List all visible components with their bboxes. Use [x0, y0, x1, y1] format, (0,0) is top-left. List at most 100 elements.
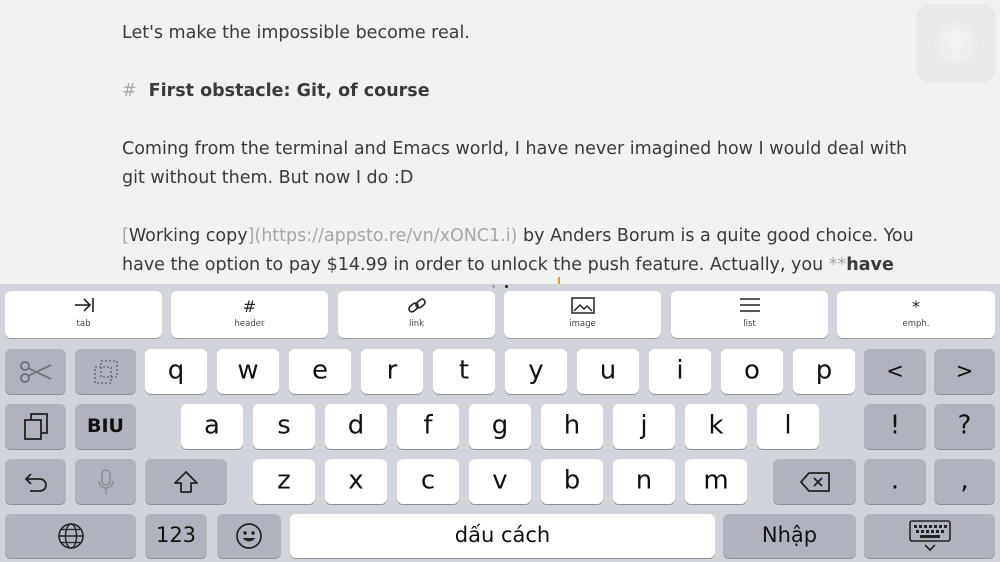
key-v[interactable]: v — [469, 459, 531, 504]
key-k[interactable]: k — [685, 404, 747, 449]
key-g[interactable]: g — [469, 404, 531, 449]
key-c[interactable]: c — [397, 459, 459, 504]
key-label: Nhập — [761, 522, 818, 547]
undo-button[interactable] — [5, 459, 66, 504]
key-h[interactable]: h — [541, 404, 603, 449]
key-label: r — [386, 355, 398, 385]
tab-button[interactable]: tab — [5, 291, 162, 338]
list-label: list — [743, 319, 756, 329]
editor-text: have the option to pay $14.99 in order t… — [122, 255, 829, 275]
key-j[interactable]: j — [613, 404, 675, 449]
key-p[interactable]: p — [793, 349, 855, 394]
dictation-button[interactable] — [75, 459, 136, 504]
key-comma[interactable]: , — [934, 459, 995, 504]
globe-button[interactable] — [5, 514, 136, 558]
key-u[interactable]: u — [577, 349, 639, 394]
globe-icon — [57, 523, 84, 549]
editor-line: Coming from the terminal and Emacs world… — [122, 139, 908, 159]
image-button[interactable]: image — [504, 291, 661, 338]
key-n[interactable]: n — [613, 459, 675, 504]
key-y[interactable]: y — [505, 349, 567, 394]
key-label: ? — [957, 410, 972, 440]
key-f[interactable]: f — [397, 404, 459, 449]
key-o[interactable]: o — [721, 349, 783, 394]
cursor-left-button[interactable]: < — [864, 349, 926, 394]
key-s[interactable]: s — [253, 404, 315, 449]
floating-action-button[interactable] — [916, 4, 996, 83]
list-button[interactable]: list — [671, 291, 828, 338]
space-bar[interactable]: dấu cách — [290, 514, 715, 558]
emoji-button[interactable] — [217, 514, 281, 558]
key-period[interactable]: . — [864, 459, 926, 504]
emphasis-button[interactable]: * emph. — [837, 291, 995, 338]
chevron-right-icon: > — [955, 358, 974, 383]
key-label: . — [890, 465, 900, 495]
tab-icon — [5, 297, 162, 317]
header-button[interactable]: # header — [171, 291, 328, 338]
key-i[interactable]: i — [649, 349, 711, 394]
bold-marker: ** — [828, 255, 847, 275]
key-label: v — [492, 465, 508, 495]
key-label: t — [458, 355, 470, 385]
key-a[interactable]: a — [181, 404, 243, 449]
asterisk-icon: * — [912, 297, 920, 316]
header-label: header — [234, 319, 265, 329]
key-label: m — [703, 465, 729, 495]
key-z[interactable]: z — [253, 459, 315, 504]
link-label: link — [408, 319, 425, 329]
chevron-left-icon: < — [886, 358, 904, 383]
key-m[interactable]: m — [685, 459, 747, 504]
key-r[interactable]: r — [361, 349, 423, 394]
heading-text: First obstacle: Git, of course — [148, 81, 430, 101]
backspace-button[interactable] — [773, 459, 856, 504]
editor-line-link: [Working copy](https://appsto.re/vn/xONC… — [122, 226, 914, 246]
key-label: ! — [889, 410, 901, 440]
scissors-icon — [19, 360, 51, 383]
key-t[interactable]: t — [433, 349, 495, 394]
key-label: a — [204, 410, 220, 440]
paste-icon — [23, 412, 48, 440]
link-text: Working copy — [128, 226, 248, 246]
numbers-button[interactable]: 123 — [145, 514, 207, 558]
return-button[interactable]: Nhập — [723, 514, 856, 558]
key-label: o — [744, 355, 760, 385]
page-indicator-dot — [492, 285, 495, 288]
editor-line: Let's make the impossible become real. — [122, 23, 470, 43]
key-d[interactable]: d — [325, 404, 387, 449]
key-label: b — [563, 465, 581, 495]
key-label: i — [676, 355, 684, 385]
key-x[interactable]: x — [325, 459, 387, 504]
undo-icon — [24, 472, 47, 492]
key-q[interactable]: q — [145, 349, 207, 394]
key-label: , — [960, 465, 969, 495]
key-label: c — [420, 465, 436, 495]
cursor-right-button[interactable]: > — [934, 349, 995, 394]
key-question[interactable]: ? — [934, 404, 995, 449]
key-e[interactable]: e — [289, 349, 351, 394]
markdown-editor[interactable]: Let's make the impossible become real. #… — [0, 0, 1000, 284]
bold-text: have — [846, 255, 894, 275]
key-b[interactable]: b — [541, 459, 603, 504]
key-label: h — [563, 410, 581, 440]
link-button[interactable]: link — [338, 291, 495, 338]
list-icon — [671, 297, 828, 317]
cut-button[interactable] — [5, 349, 66, 394]
paste-button[interactable] — [5, 404, 66, 449]
key-exclamation[interactable]: ! — [864, 404, 926, 449]
copy-button[interactable] — [75, 349, 136, 394]
shift-button[interactable] — [145, 459, 227, 504]
dismiss-keyboard-button[interactable] — [864, 514, 995, 558]
editor-heading: # First obstacle: Git, of course — [122, 81, 430, 101]
key-w[interactable]: w — [217, 349, 279, 394]
key-label: k — [708, 410, 724, 440]
biu-icon: BIU — [87, 414, 124, 437]
key-label: w — [237, 355, 259, 385]
backspace-icon — [799, 471, 830, 492]
image-label: image — [569, 319, 596, 329]
key-l[interactable]: l — [757, 404, 819, 449]
smiley-icon — [236, 523, 262, 549]
key-label: p — [815, 355, 833, 385]
bold-italic-underline-button[interactable]: BIU — [75, 404, 136, 449]
page-indicator-dot-active — [505, 285, 508, 288]
key-label: f — [423, 410, 433, 440]
